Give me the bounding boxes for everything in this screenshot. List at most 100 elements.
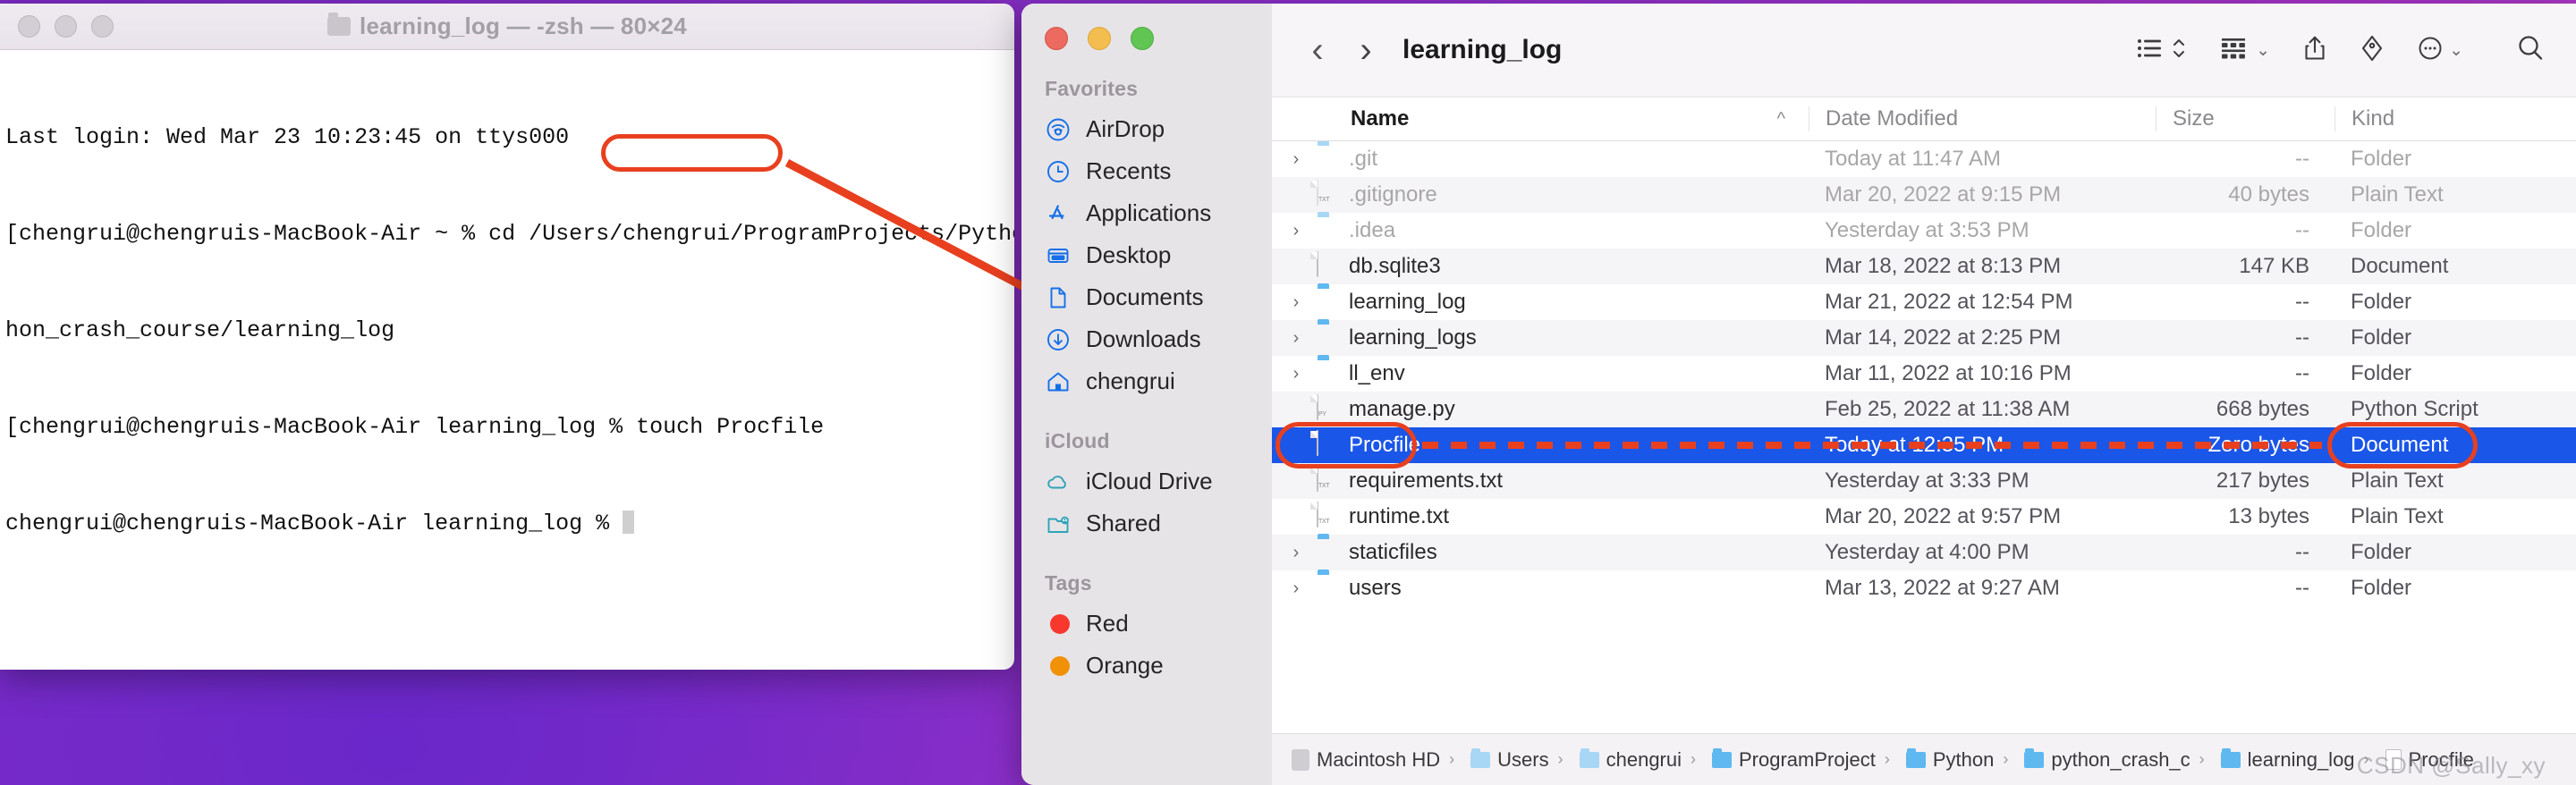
finder-zoom-button[interactable] [1131, 27, 1154, 50]
disclosure-triangle-icon[interactable]: › [1284, 543, 1308, 563]
table-row[interactable]: ›TXTruntime.txtMar 20, 2022 at 9:57 PM13… [1272, 499, 2576, 535]
finder-traffic-lights[interactable] [1021, 4, 1272, 50]
file-kind-cell: Folder [2351, 576, 2412, 600]
group-by-button[interactable]: ⌄ [2202, 35, 2286, 66]
table-row[interactable]: › staticfiles Yesterday at 4:00 PM -- Folder [1272, 535, 2576, 570]
breadcrumb-item[interactable]: › Python [1876, 747, 1994, 772]
file-name-cell[interactable]: ›PYmanage.py [1272, 394, 1809, 424]
tag-button[interactable] [2343, 34, 2401, 67]
breadcrumb-label: python_crash_c [2051, 747, 2190, 771]
sidebar-item-applications[interactable]: Applications [1021, 192, 1272, 234]
finder-window[interactable]: Favorites AirDrop Recents Applications D… [1021, 4, 2576, 785]
sidebar-item-tag-red[interactable]: Red [1021, 603, 1272, 645]
file-name-cell[interactable]: › .git [1272, 145, 1809, 173]
breadcrumb-separator: › [2363, 750, 2369, 768]
harddisk-icon [1292, 748, 1309, 771]
terminal-zoom-button[interactable] [91, 15, 114, 38]
path-breadcrumb-bar[interactable]: Macintosh HD › Users › chengrui › ProgramProje… [1272, 733, 2576, 785]
terminal-output[interactable]: Last login: Wed Mar 23 10:23:45 on ttys0… [0, 50, 1014, 604]
table-row[interactable]: › .idea Yesterday at 3:53 PM -- Folder [1272, 213, 2576, 249]
sidebar-item-label: Applications [1086, 199, 1212, 226]
view-list-button[interactable] [2120, 35, 2202, 66]
table-row[interactable]: ›db.sqlite3 Mar 18, 2022 at 8:13 PM 147 KB… [1272, 249, 2576, 284]
terminal-traffic-lights[interactable] [18, 15, 114, 38]
sidebar-item-documents[interactable]: Documents [1021, 276, 1272, 318]
table-row[interactable]: › users Mar 13, 2022 at 9:27 AM -- Folder [1272, 570, 2576, 606]
file-name: .idea [1349, 218, 1396, 242]
back-button[interactable]: ‹ [1293, 32, 1342, 68]
file-name-cell[interactable]: ›TXT.gitignore [1272, 180, 1809, 209]
disclosure-triangle-icon[interactable]: › [1284, 221, 1308, 241]
file-name-cell[interactable]: › learning_log [1272, 288, 1809, 317]
disclosure-triangle-icon[interactable]: › [1284, 292, 1308, 313]
table-row[interactable]: ›Procfile Today at 12:35 PM Zero bytes Docu… [1272, 427, 2576, 463]
disclosure-triangle-icon[interactable]: › [1284, 149, 1308, 170]
disclosure-triangle-icon[interactable]: › [1284, 328, 1308, 349]
terminal-minimize-button[interactable] [55, 15, 77, 38]
file-list[interactable]: › .git Today at 11:47 AM -- Folder › TXT .gitig… [1272, 141, 2576, 733]
terminal-close-button[interactable] [18, 15, 40, 38]
table-row[interactable]: ›TXTrequirements.txt Yesterday at 3:33 PM… [1272, 463, 2576, 499]
column-header-kind[interactable]: Kind [2334, 106, 2576, 131]
breadcrumb-label: Users [1497, 747, 1549, 771]
sidebar-item-desktop[interactable]: Desktop [1021, 234, 1272, 276]
table-row[interactable]: › learning_logs Mar 14, 2022 at 2:25 PM -- F… [1272, 320, 2576, 356]
file-list-header[interactable]: Name ^ Date Modified Size Kind [1272, 97, 2576, 141]
breadcrumb-separator: › [1449, 750, 1455, 768]
sidebar-item-chengrui[interactable]: chengrui [1021, 360, 1272, 402]
table-row[interactable]: › learning_log Mar 21, 2022 at 12:54 PM -- F… [1272, 284, 2576, 320]
column-header-size[interactable]: Size [2156, 106, 2334, 131]
breadcrumb-item[interactable]: › Users [1440, 747, 1549, 772]
folder-icon [1317, 538, 1340, 567]
disclosure-triangle-icon[interactable]: › [1284, 364, 1308, 384]
table-row[interactable]: › ll_env Mar 11, 2022 at 10:16 PM -- Folder [1272, 356, 2576, 392]
file-name-cell[interactable]: › ll_env [1272, 359, 1809, 388]
sidebar-section-icloud-title: iCloud [1045, 429, 1110, 452]
sidebar-section-tags-title: Tags [1045, 571, 1092, 595]
finder-sidebar[interactable]: Favorites AirDrop Recents Applications D… [1021, 4, 1272, 785]
breadcrumb-item[interactable]: › chengrui [1549, 747, 1682, 772]
sidebar-item-shared[interactable]: Shared [1021, 502, 1272, 544]
finder-close-button[interactable] [1045, 27, 1068, 50]
column-header-name[interactable]: Name ^ [1272, 106, 1809, 131]
sidebar-item-airdrop[interactable]: AirDrop [1021, 108, 1272, 150]
breadcrumb-item[interactable]: › ProgramProject [1682, 747, 1876, 772]
sidebar-item-icloud-drive[interactable]: iCloud Drive [1021, 460, 1272, 502]
table-row[interactable]: ›TXT.gitignoreMar 20, 2022 at 9:15 PM40 … [1272, 177, 2576, 213]
search-icon [2515, 33, 2546, 68]
search-button[interactable] [2479, 33, 2546, 68]
breadcrumb-item[interactable]: › python_crash_c [1994, 747, 2190, 772]
terminal-window[interactable]: learning_log — -zsh — 80×24 Last login: … [0, 4, 1014, 670]
tag-dot-icon [1045, 611, 1072, 637]
file-name-cell[interactable]: › users [1272, 574, 1809, 603]
share-button[interactable] [2286, 34, 2343, 67]
file-name-cell[interactable]: › staticfiles [1272, 538, 1809, 567]
finder-toolbar[interactable]: ‹ › learning_log ⌄ ⌄ [1272, 4, 2576, 97]
sidebar-item-tag-orange[interactable]: Orange [1021, 645, 1272, 687]
file-kind-cell: Python Script [2351, 397, 2479, 421]
file-size-cell: 147 KB [2239, 254, 2309, 278]
file-name-cell[interactable]: ›Procfile [1272, 430, 1809, 460]
breadcrumb-item[interactable]: › Procfile [2355, 748, 2474, 772]
file-name-cell[interactable]: › .idea [1272, 216, 1809, 245]
terminal-title-text: learning_log — -zsh — 80×24 [360, 13, 687, 39]
forward-button[interactable]: › [1342, 32, 1390, 68]
file-name-cell[interactable]: › learning_logs [1272, 324, 1809, 352]
disclosure-triangle-icon[interactable]: › [1284, 578, 1308, 599]
terminal-titlebar[interactable]: learning_log — -zsh — 80×24 [0, 4, 1014, 50]
file-name-cell[interactable]: ›TXTrequirements.txt [1272, 466, 1809, 495]
file-date-cell: Yesterday at 3:33 PM [1825, 468, 2029, 493]
more-button[interactable]: ⌄ [2401, 34, 2479, 67]
sidebar-item-downloads[interactable]: Downloads [1021, 318, 1272, 360]
terminal-prompt-line: chengrui@chengruis-MacBook-Air learning_… [5, 508, 1014, 540]
file-name-cell[interactable]: ›TXTruntime.txt [1272, 502, 1809, 531]
file-name-cell[interactable]: ›db.sqlite3 [1272, 251, 1809, 281]
table-row[interactable]: ›PYmanage.pyFeb 25, 2022 at 11:38 AM668 … [1272, 392, 2576, 427]
breadcrumb-item[interactable]: Macintosh HD [1292, 748, 1440, 772]
finder-minimize-button[interactable] [1088, 27, 1111, 50]
breadcrumb-item[interactable]: › learning_log [2190, 747, 2355, 772]
column-header-date-modified[interactable]: Date Modified [1809, 106, 2156, 131]
sidebar-item-recents[interactable]: Recents [1021, 150, 1272, 192]
table-row[interactable]: › .git Today at 11:47 AM -- Folder [1272, 141, 2576, 177]
file-kind-cell: Plain Text [2351, 182, 2444, 207]
